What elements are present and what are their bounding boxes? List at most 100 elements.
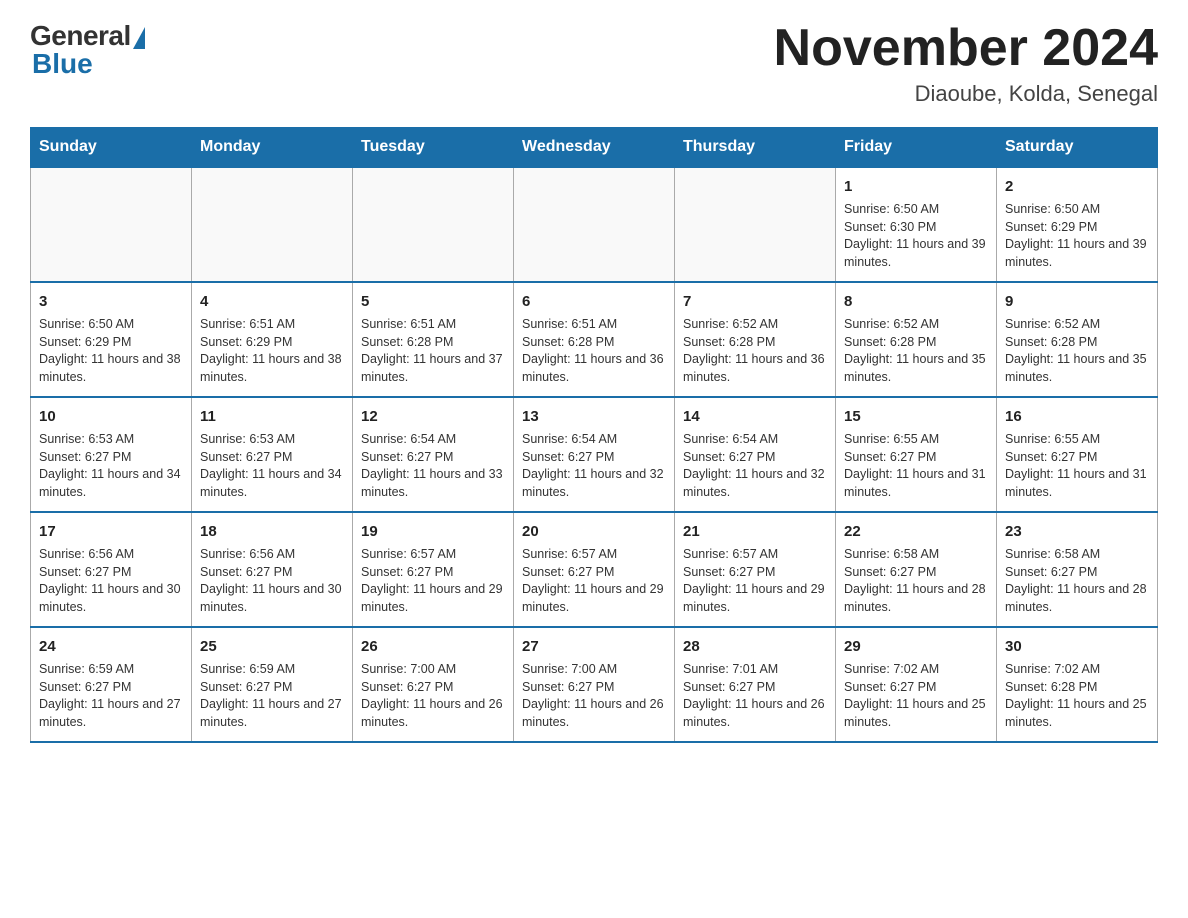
title-block: November 2024 Diaoube, Kolda, Senegal <box>774 20 1158 107</box>
day-number: 30 <box>1005 636 1149 657</box>
calendar-table: SundayMondayTuesdayWednesdayThursdayFrid… <box>30 127 1158 743</box>
calendar-cell <box>353 167 514 282</box>
day-info: Sunrise: 6:56 AM Sunset: 6:27 PM Dayligh… <box>39 546 183 616</box>
day-number: 9 <box>1005 291 1149 312</box>
calendar-cell <box>31 167 192 282</box>
page-header: General Blue November 2024 Diaoube, Kold… <box>30 20 1158 107</box>
day-info: Sunrise: 6:59 AM Sunset: 6:27 PM Dayligh… <box>200 661 344 731</box>
day-info: Sunrise: 6:54 AM Sunset: 6:27 PM Dayligh… <box>683 431 827 501</box>
calendar-week-row: 1 Sunrise: 6:50 AM Sunset: 6:30 PM Daylig… <box>31 167 1158 282</box>
calendar-cell: 1 Sunrise: 6:50 AM Sunset: 6:30 PM Daylig… <box>836 167 997 282</box>
day-number: 13 <box>522 406 666 427</box>
day-info: Sunrise: 6:54 AM Sunset: 6:27 PM Dayligh… <box>522 431 666 501</box>
day-number: 25 <box>200 636 344 657</box>
day-info: Sunrise: 6:50 AM Sunset: 6:29 PM Dayligh… <box>39 316 183 386</box>
day-number: 23 <box>1005 521 1149 542</box>
day-info: Sunrise: 6:55 AM Sunset: 6:27 PM Dayligh… <box>844 431 988 501</box>
calendar-cell: 2 Sunrise: 6:50 AM Sunset: 6:29 PM Daylig… <box>997 167 1158 282</box>
calendar-cell: 23 Sunrise: 6:58 AM Sunset: 6:27 PM Dayli… <box>997 512 1158 627</box>
calendar-cell: 13 Sunrise: 6:54 AM Sunset: 6:27 PM Dayli… <box>514 397 675 512</box>
calendar-cell: 4Sunrise: 6:51 AM Sunset: 6:29 PM Daylig… <box>192 282 353 397</box>
calendar-cell: 28 Sunrise: 7:01 AM Sunset: 6:27 PM Dayli… <box>675 627 836 742</box>
day-info: Sunrise: 6:54 AM Sunset: 6:27 PM Dayligh… <box>361 431 505 501</box>
day-info: Sunrise: 6:50 AM Sunset: 6:29 PM Dayligh… <box>1005 201 1149 271</box>
calendar-cell: 14 Sunrise: 6:54 AM Sunset: 6:27 PM Dayli… <box>675 397 836 512</box>
day-number: 19 <box>361 521 505 542</box>
calendar-cell: 24Sunrise: 6:59 AM Sunset: 6:27 PM Dayli… <box>31 627 192 742</box>
weekday-header-sunday: Sunday <box>31 128 192 168</box>
day-number: 11 <box>200 406 344 427</box>
calendar-week-row: 24Sunrise: 6:59 AM Sunset: 6:27 PM Dayli… <box>31 627 1158 742</box>
day-info: Sunrise: 7:00 AM Sunset: 6:27 PM Dayligh… <box>361 661 505 731</box>
day-info: Sunrise: 7:01 AM Sunset: 6:27 PM Dayligh… <box>683 661 827 731</box>
day-info: Sunrise: 7:00 AM Sunset: 6:27 PM Dayligh… <box>522 661 666 731</box>
day-number: 16 <box>1005 406 1149 427</box>
day-info: Sunrise: 6:56 AM Sunset: 6:27 PM Dayligh… <box>200 546 344 616</box>
day-number: 29 <box>844 636 988 657</box>
day-number: 2 <box>1005 176 1149 197</box>
day-info: Sunrise: 6:58 AM Sunset: 6:27 PM Dayligh… <box>1005 546 1149 616</box>
calendar-cell: 21Sunrise: 6:57 AM Sunset: 6:27 PM Dayli… <box>675 512 836 627</box>
calendar-cell <box>514 167 675 282</box>
calendar-cell: 26 Sunrise: 7:00 AM Sunset: 6:27 PM Dayli… <box>353 627 514 742</box>
day-number: 20 <box>522 521 666 542</box>
day-number: 3 <box>39 291 183 312</box>
weekday-header-thursday: Thursday <box>675 128 836 168</box>
calendar-cell: 19 Sunrise: 6:57 AM Sunset: 6:27 PM Dayli… <box>353 512 514 627</box>
day-info: Sunrise: 6:59 AM Sunset: 6:27 PM Dayligh… <box>39 661 183 731</box>
calendar-week-row: 3 Sunrise: 6:50 AM Sunset: 6:29 PM Daylig… <box>31 282 1158 397</box>
day-number: 27 <box>522 636 666 657</box>
calendar-cell: 12 Sunrise: 6:54 AM Sunset: 6:27 PM Dayli… <box>353 397 514 512</box>
calendar-cell: 30Sunrise: 7:02 AM Sunset: 6:28 PM Dayli… <box>997 627 1158 742</box>
calendar-cell: 8 Sunrise: 6:52 AM Sunset: 6:28 PM Daylig… <box>836 282 997 397</box>
weekday-header-friday: Friday <box>836 128 997 168</box>
day-info: Sunrise: 6:57 AM Sunset: 6:27 PM Dayligh… <box>361 546 505 616</box>
logo-triangle-icon <box>133 27 145 49</box>
day-number: 15 <box>844 406 988 427</box>
day-info: Sunrise: 6:51 AM Sunset: 6:28 PM Dayligh… <box>361 316 505 386</box>
month-year-title: November 2024 <box>774 20 1158 77</box>
weekday-header-saturday: Saturday <box>997 128 1158 168</box>
day-number: 1 <box>844 176 988 197</box>
day-number: 28 <box>683 636 827 657</box>
calendar-cell: 7 Sunrise: 6:52 AM Sunset: 6:28 PM Daylig… <box>675 282 836 397</box>
calendar-cell: 5 Sunrise: 6:51 AM Sunset: 6:28 PM Daylig… <box>353 282 514 397</box>
day-number: 7 <box>683 291 827 312</box>
day-info: Sunrise: 6:57 AM Sunset: 6:27 PM Dayligh… <box>522 546 666 616</box>
day-info: Sunrise: 7:02 AM Sunset: 6:27 PM Dayligh… <box>844 661 988 731</box>
day-info: Sunrise: 6:52 AM Sunset: 6:28 PM Dayligh… <box>1005 316 1149 386</box>
logo: General Blue <box>30 20 145 80</box>
weekday-header-tuesday: Tuesday <box>353 128 514 168</box>
day-info: Sunrise: 6:58 AM Sunset: 6:27 PM Dayligh… <box>844 546 988 616</box>
calendar-cell: 10 Sunrise: 6:53 AM Sunset: 6:27 PM Dayli… <box>31 397 192 512</box>
calendar-cell: 9 Sunrise: 6:52 AM Sunset: 6:28 PM Daylig… <box>997 282 1158 397</box>
day-number: 12 <box>361 406 505 427</box>
day-number: 22 <box>844 521 988 542</box>
weekday-header-row: SundayMondayTuesdayWednesdayThursdayFrid… <box>31 128 1158 168</box>
day-number: 26 <box>361 636 505 657</box>
day-info: Sunrise: 6:52 AM Sunset: 6:28 PM Dayligh… <box>844 316 988 386</box>
day-info: Sunrise: 6:53 AM Sunset: 6:27 PM Dayligh… <box>200 431 344 501</box>
day-number: 8 <box>844 291 988 312</box>
calendar-cell: 29 Sunrise: 7:02 AM Sunset: 6:27 PM Dayli… <box>836 627 997 742</box>
calendar-cell: 6Sunrise: 6:51 AM Sunset: 6:28 PM Daylig… <box>514 282 675 397</box>
calendar-cell: 15 Sunrise: 6:55 AM Sunset: 6:27 PM Dayli… <box>836 397 997 512</box>
calendar-cell <box>675 167 836 282</box>
day-info: Sunrise: 6:52 AM Sunset: 6:28 PM Dayligh… <box>683 316 827 386</box>
calendar-cell: 17Sunrise: 6:56 AM Sunset: 6:27 PM Dayli… <box>31 512 192 627</box>
calendar-cell: 18Sunrise: 6:56 AM Sunset: 6:27 PM Dayli… <box>192 512 353 627</box>
calendar-cell: 11 Sunrise: 6:53 AM Sunset: 6:27 PM Dayli… <box>192 397 353 512</box>
day-info: Sunrise: 6:57 AM Sunset: 6:27 PM Dayligh… <box>683 546 827 616</box>
day-info: Sunrise: 6:50 AM Sunset: 6:30 PM Dayligh… <box>844 201 988 271</box>
day-number: 4 <box>200 291 344 312</box>
day-number: 14 <box>683 406 827 427</box>
weekday-header-wednesday: Wednesday <box>514 128 675 168</box>
day-info: Sunrise: 6:55 AM Sunset: 6:27 PM Dayligh… <box>1005 431 1149 501</box>
day-info: Sunrise: 6:53 AM Sunset: 6:27 PM Dayligh… <box>39 431 183 501</box>
day-number: 6 <box>522 291 666 312</box>
day-number: 5 <box>361 291 505 312</box>
calendar-cell: 22 Sunrise: 6:58 AM Sunset: 6:27 PM Dayli… <box>836 512 997 627</box>
calendar-cell: 25 Sunrise: 6:59 AM Sunset: 6:27 PM Dayli… <box>192 627 353 742</box>
location-subtitle: Diaoube, Kolda, Senegal <box>774 81 1158 107</box>
day-number: 10 <box>39 406 183 427</box>
